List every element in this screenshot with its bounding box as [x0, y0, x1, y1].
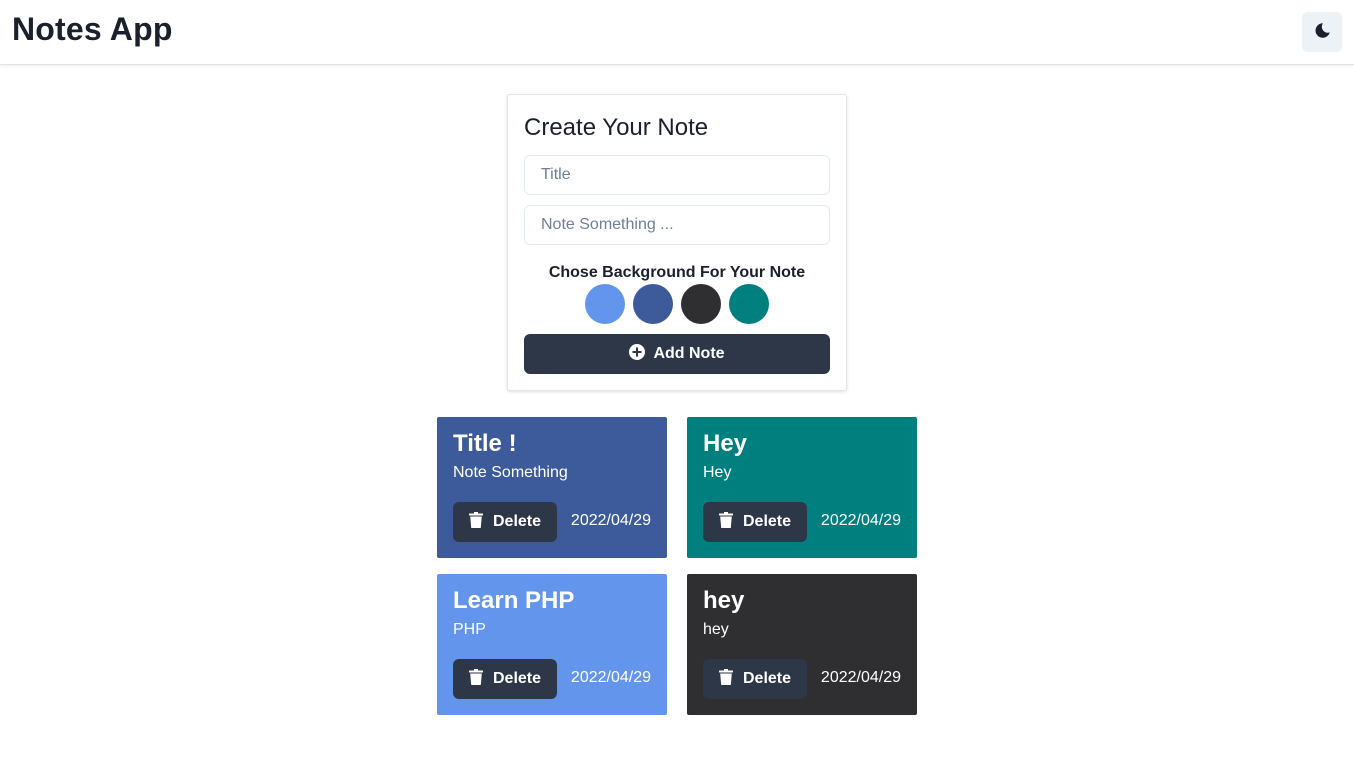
- note-title: Learn PHP: [453, 587, 575, 614]
- note-card: Hey Hey Delete 2022/04/29: [687, 417, 917, 558]
- delete-label: Delete: [742, 513, 792, 530]
- app-title: Notes App: [12, 11, 173, 47]
- note-body: hey: [703, 621, 729, 638]
- note-card: hey hey Delete 2022/04/29: [687, 574, 917, 715]
- note-title: Title !: [453, 430, 517, 457]
- note-card: Learn PHP PHP Delete 2022/04/29: [437, 574, 667, 715]
- background-label: Chose Background For Your Note: [548, 264, 806, 281]
- add-note-label: Add Note: [653, 345, 725, 362]
- swatch-teal[interactable]: [729, 284, 769, 324]
- moon-icon: [1314, 22, 1331, 42]
- delete-note-button[interactable]: Delete: [703, 502, 807, 542]
- note-body: Hey: [703, 464, 732, 481]
- trash-icon: [718, 511, 733, 533]
- delete-note-button[interactable]: Delete: [453, 502, 557, 542]
- note-body: PHP: [453, 621, 486, 638]
- plus-circle-icon: [629, 343, 646, 365]
- theme-toggle-button[interactable]: [1302, 12, 1342, 52]
- title-input[interactable]: [524, 155, 830, 195]
- delete-note-button[interactable]: Delete: [703, 659, 807, 699]
- create-note-heading: Create Your Note: [524, 114, 709, 141]
- note-date: 2022/04/29: [570, 669, 651, 686]
- note-title: Hey: [703, 430, 748, 457]
- note-date: 2022/04/29: [570, 512, 651, 529]
- delete-label: Delete: [492, 670, 542, 687]
- trash-icon: [468, 511, 483, 533]
- delete-label: Delete: [492, 513, 542, 530]
- note-date: 2022/04/29: [820, 669, 901, 686]
- note-body: Note Something: [453, 464, 568, 481]
- background-swatches: [585, 284, 769, 324]
- swatch-navy-blue[interactable]: [633, 284, 673, 324]
- trash-icon: [718, 668, 733, 690]
- note-date: 2022/04/29: [820, 512, 901, 529]
- delete-label: Delete: [742, 670, 792, 687]
- create-note-card: Create Your Note Chose Background For Yo…: [507, 94, 847, 391]
- top-bar: Notes App: [0, 0, 1354, 65]
- add-note-button[interactable]: Add Note: [524, 334, 830, 374]
- swatch-charcoal[interactable]: [681, 284, 721, 324]
- note-input[interactable]: [524, 205, 830, 245]
- trash-icon: [468, 668, 483, 690]
- note-card: Title ! Note Something Delete 2022/04/29: [437, 417, 667, 558]
- delete-note-button[interactable]: Delete: [453, 659, 557, 699]
- note-title: hey: [703, 587, 745, 614]
- swatch-cornflower-blue[interactable]: [585, 284, 625, 324]
